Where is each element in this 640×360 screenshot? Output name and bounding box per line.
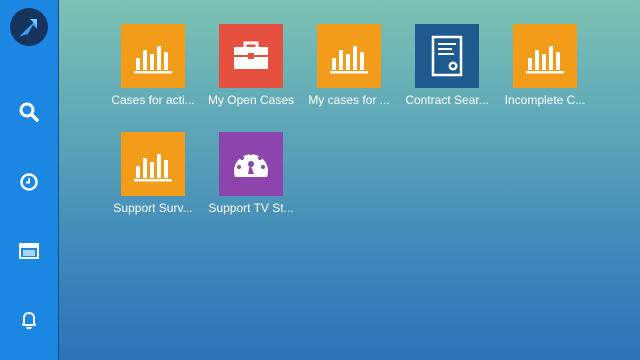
dashboard-gauge-icon: [234, 151, 268, 177]
bar-chart-icon: [134, 46, 172, 74]
window-icon: [19, 243, 39, 259]
launcher-arrow-icon: [19, 19, 37, 37]
nav-windows-button[interactable]: [9, 231, 49, 271]
tile-icon-box: [317, 24, 381, 88]
certificate-icon: [431, 35, 463, 77]
tile-icon-box: [415, 24, 479, 88]
briefcase-icon: [234, 41, 268, 69]
nav-recent-button[interactable]: [9, 162, 49, 202]
bar-chart-icon: [330, 46, 368, 74]
tile-label: My Open Cases: [207, 93, 295, 107]
bar-chart-icon: [526, 46, 564, 74]
tile-icon-box: [219, 24, 283, 88]
tile-label: Support Surv...: [113, 201, 193, 215]
tile-icon-box: [121, 132, 185, 196]
tile-label: My cases for ...: [308, 93, 390, 107]
tile-label: Support TV St...: [208, 201, 294, 215]
tile-icon-box: [513, 24, 577, 88]
bar-chart-icon: [134, 154, 172, 182]
tile-my-cases-for[interactable]: My cases for ...: [299, 24, 399, 124]
tile-cases-for-action[interactable]: Cases for acti...: [103, 24, 203, 124]
tile-support-survey[interactable]: Support Surv...: [103, 132, 203, 232]
tile-label: Incomplete C...: [504, 93, 586, 107]
clock-icon: [20, 173, 38, 191]
tile-my-open-cases[interactable]: My Open Cases: [201, 24, 301, 124]
nav-search-button[interactable]: [9, 92, 49, 132]
tile-label: Cases for acti...: [111, 93, 195, 107]
app-window: Cases for acti... My Open Cases My cases…: [0, 0, 640, 360]
tile-contract-search[interactable]: Contract Sear...: [397, 24, 497, 124]
search-icon: [19, 102, 39, 122]
bell-icon: [22, 312, 36, 330]
sidebar: [0, 0, 59, 360]
app-logo[interactable]: [10, 8, 48, 46]
tile-label: Contract Sear...: [405, 93, 489, 107]
tile-support-tv-stats[interactable]: Support TV St...: [201, 132, 301, 232]
tile-icon-box: [121, 24, 185, 88]
nav-notifications-button[interactable]: [9, 300, 49, 340]
tile-incomplete[interactable]: Incomplete C...: [495, 24, 595, 124]
tile-icon-box: [219, 132, 283, 196]
